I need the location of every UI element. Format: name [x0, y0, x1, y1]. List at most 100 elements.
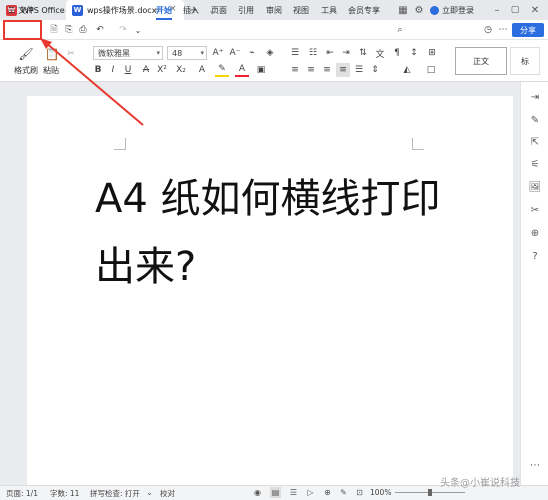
watermark: 头条@小崔说科技 [440, 478, 520, 489]
adjust-icon[interactable]: ⚟ [528, 157, 542, 171]
zoom-level[interactable]: 100% [370, 488, 391, 497]
grid-icon[interactable]: ▦ [396, 3, 410, 17]
chevron-down-icon[interactable]: ⌄ [131, 23, 145, 37]
restore-icon[interactable]: ▢ [508, 3, 522, 17]
settings-icon[interactable]: ⚙ [412, 3, 426, 17]
increase-font-icon[interactable]: A⁺ [211, 46, 225, 60]
font-size-select[interactable]: 48 ▾ [167, 46, 207, 60]
outline-view-icon[interactable]: ☰ [288, 487, 299, 498]
sidebar-toggle-icon[interactable]: ⇥ [528, 90, 542, 104]
format-painter-icon[interactable]: 🖌 [18, 47, 33, 61]
undo-icon[interactable]: ↶ [93, 23, 107, 37]
decrease-font-icon[interactable]: A⁻ [228, 46, 242, 60]
share-button[interactable]: 分享 [512, 23, 544, 37]
page-view-icon[interactable]: ▤ [270, 487, 281, 498]
search-icon[interactable]: ⌕ [393, 23, 407, 37]
line-spacing-menu-icon[interactable]: ⇕ [368, 63, 382, 77]
line-spacing-icon[interactable]: ↕ [407, 46, 421, 60]
zoom-fit-icon[interactable]: ⊡ [354, 487, 365, 498]
outdent-icon[interactable]: ⇤ [323, 46, 337, 60]
show-marks-icon[interactable]: ¶ [390, 46, 404, 60]
tab-insert[interactable]: 插入 [183, 3, 199, 17]
tab-member[interactable]: 会员专享 [348, 3, 380, 17]
tab-page[interactable]: 页面 [211, 3, 227, 17]
close-window-icon[interactable]: ✕ [528, 3, 542, 17]
chevron-down-icon[interactable]: ⌄ [144, 487, 155, 498]
subscript-icon[interactable]: X₂ [174, 63, 188, 77]
zoom-slider-knob[interactable] [428, 489, 432, 496]
more-side-icon[interactable]: ⋯ [528, 458, 542, 472]
justify-icon[interactable]: ≡ [336, 63, 350, 77]
redo-icon[interactable]: ↷ [116, 23, 130, 37]
page-count[interactable]: 页面: 1/1 [6, 488, 38, 499]
hamburger-icon: ☰ [8, 5, 16, 15]
share-side-icon[interactable]: ⊕ [528, 226, 542, 240]
print-icon[interactable]: ⎙ [76, 23, 90, 37]
superscript-icon[interactable]: X² [155, 63, 169, 77]
font-name-select[interactable]: 微软雅黑 ▾ [93, 46, 163, 60]
underline-icon[interactable]: U [121, 63, 135, 77]
select-icon[interactable]: ⇱ [528, 135, 542, 149]
char-border-icon[interactable]: ▣ [254, 63, 268, 77]
edit-icon[interactable]: ✎ [528, 113, 542, 127]
tab-home[interactable]: 开始 [156, 3, 172, 20]
bullet-list-icon[interactable]: ☰ [288, 46, 302, 60]
document-text-line-1[interactable]: A4 纸如何横线打印 [95, 166, 441, 224]
cut-icon[interactable]: ✂ [64, 47, 78, 61]
paste-icon[interactable]: 📋 [45, 47, 60, 61]
margin-corner-top-left [114, 138, 126, 150]
align-left-icon[interactable]: ≡ [288, 63, 302, 77]
indent-icon[interactable]: ⇥ [339, 46, 353, 60]
tab-review[interactable]: 审阅 [266, 3, 282, 17]
proofread-status[interactable]: 校对 [160, 488, 175, 499]
paste-label[interactable]: 粘贴 [43, 65, 59, 76]
shading-icon[interactable]: ◭ [400, 63, 414, 77]
document-text-line-2[interactable]: 出来? [95, 234, 196, 292]
writer-logo-icon: W [72, 4, 83, 16]
format-painter-label[interactable]: 格式刷 [14, 65, 38, 76]
font-size-value: 48 [172, 48, 183, 58]
numbered-list-icon[interactable]: ☷ [306, 46, 320, 60]
export-icon[interactable]: ⎘ [62, 23, 76, 37]
font-name-value: 微软雅黑 [98, 48, 130, 58]
paragraph-icon[interactable]: ⊞ [425, 46, 439, 60]
help-icon[interactable]: ? [528, 249, 542, 263]
tab-view[interactable]: 视图 [293, 3, 309, 17]
align-center-icon[interactable]: ≡ [304, 63, 318, 77]
word-count[interactable]: 字数: 11 [50, 488, 79, 499]
web-view-icon[interactable]: ⊕ [322, 487, 333, 498]
clear-format-icon[interactable]: ◈ [263, 46, 277, 60]
change-case-icon[interactable]: ⌁ [245, 46, 259, 60]
spell-check-status[interactable]: 拼写检查: 打开 [90, 488, 140, 499]
share-label: 分享 [520, 25, 536, 35]
more-icon[interactable]: ⋯ [496, 23, 510, 37]
eye-icon[interactable]: ◉ [252, 487, 263, 498]
sort-icon[interactable]: ⇅ [356, 46, 370, 60]
align-right-icon[interactable]: ≡ [320, 63, 334, 77]
border-icon[interactable]: □ [424, 63, 438, 77]
file-menu[interactable]: ☰ 文件 [8, 3, 34, 17]
highlight-box [3, 20, 42, 40]
font-color-icon[interactable]: A [235, 63, 249, 77]
image-icon[interactable]: 🖼 [528, 180, 542, 194]
strikethrough-icon[interactable]: A [139, 63, 153, 77]
italic-icon[interactable]: I [106, 63, 120, 77]
tools-icon[interactable]: ✂ [528, 203, 542, 217]
avatar-icon [430, 5, 439, 15]
pen-icon[interactable]: ✎ [338, 487, 349, 498]
text-effect-icon[interactable]: A [195, 63, 209, 77]
tab-references[interactable]: 引用 [238, 3, 254, 17]
distribute-icon[interactable]: ☰ [352, 63, 366, 77]
style-heading[interactable]: 标 [510, 47, 540, 75]
login-button[interactable]: 立即登录 [430, 3, 474, 17]
bold-icon[interactable]: B [91, 63, 105, 77]
highlight-icon[interactable]: ✎ [215, 63, 229, 77]
play-icon[interactable]: ▷ [305, 487, 316, 498]
chinese-layout-icon[interactable]: 文 [373, 46, 387, 60]
minimize-icon[interactable]: – [490, 3, 504, 17]
save-icon[interactable]: 🗎 [47, 23, 61, 37]
style-normal[interactable]: 正文 [455, 47, 507, 75]
tab-tools[interactable]: 工具 [321, 3, 337, 17]
chevron-down-icon: ▾ [200, 49, 204, 57]
history-icon[interactable]: ◷ [481, 23, 495, 37]
